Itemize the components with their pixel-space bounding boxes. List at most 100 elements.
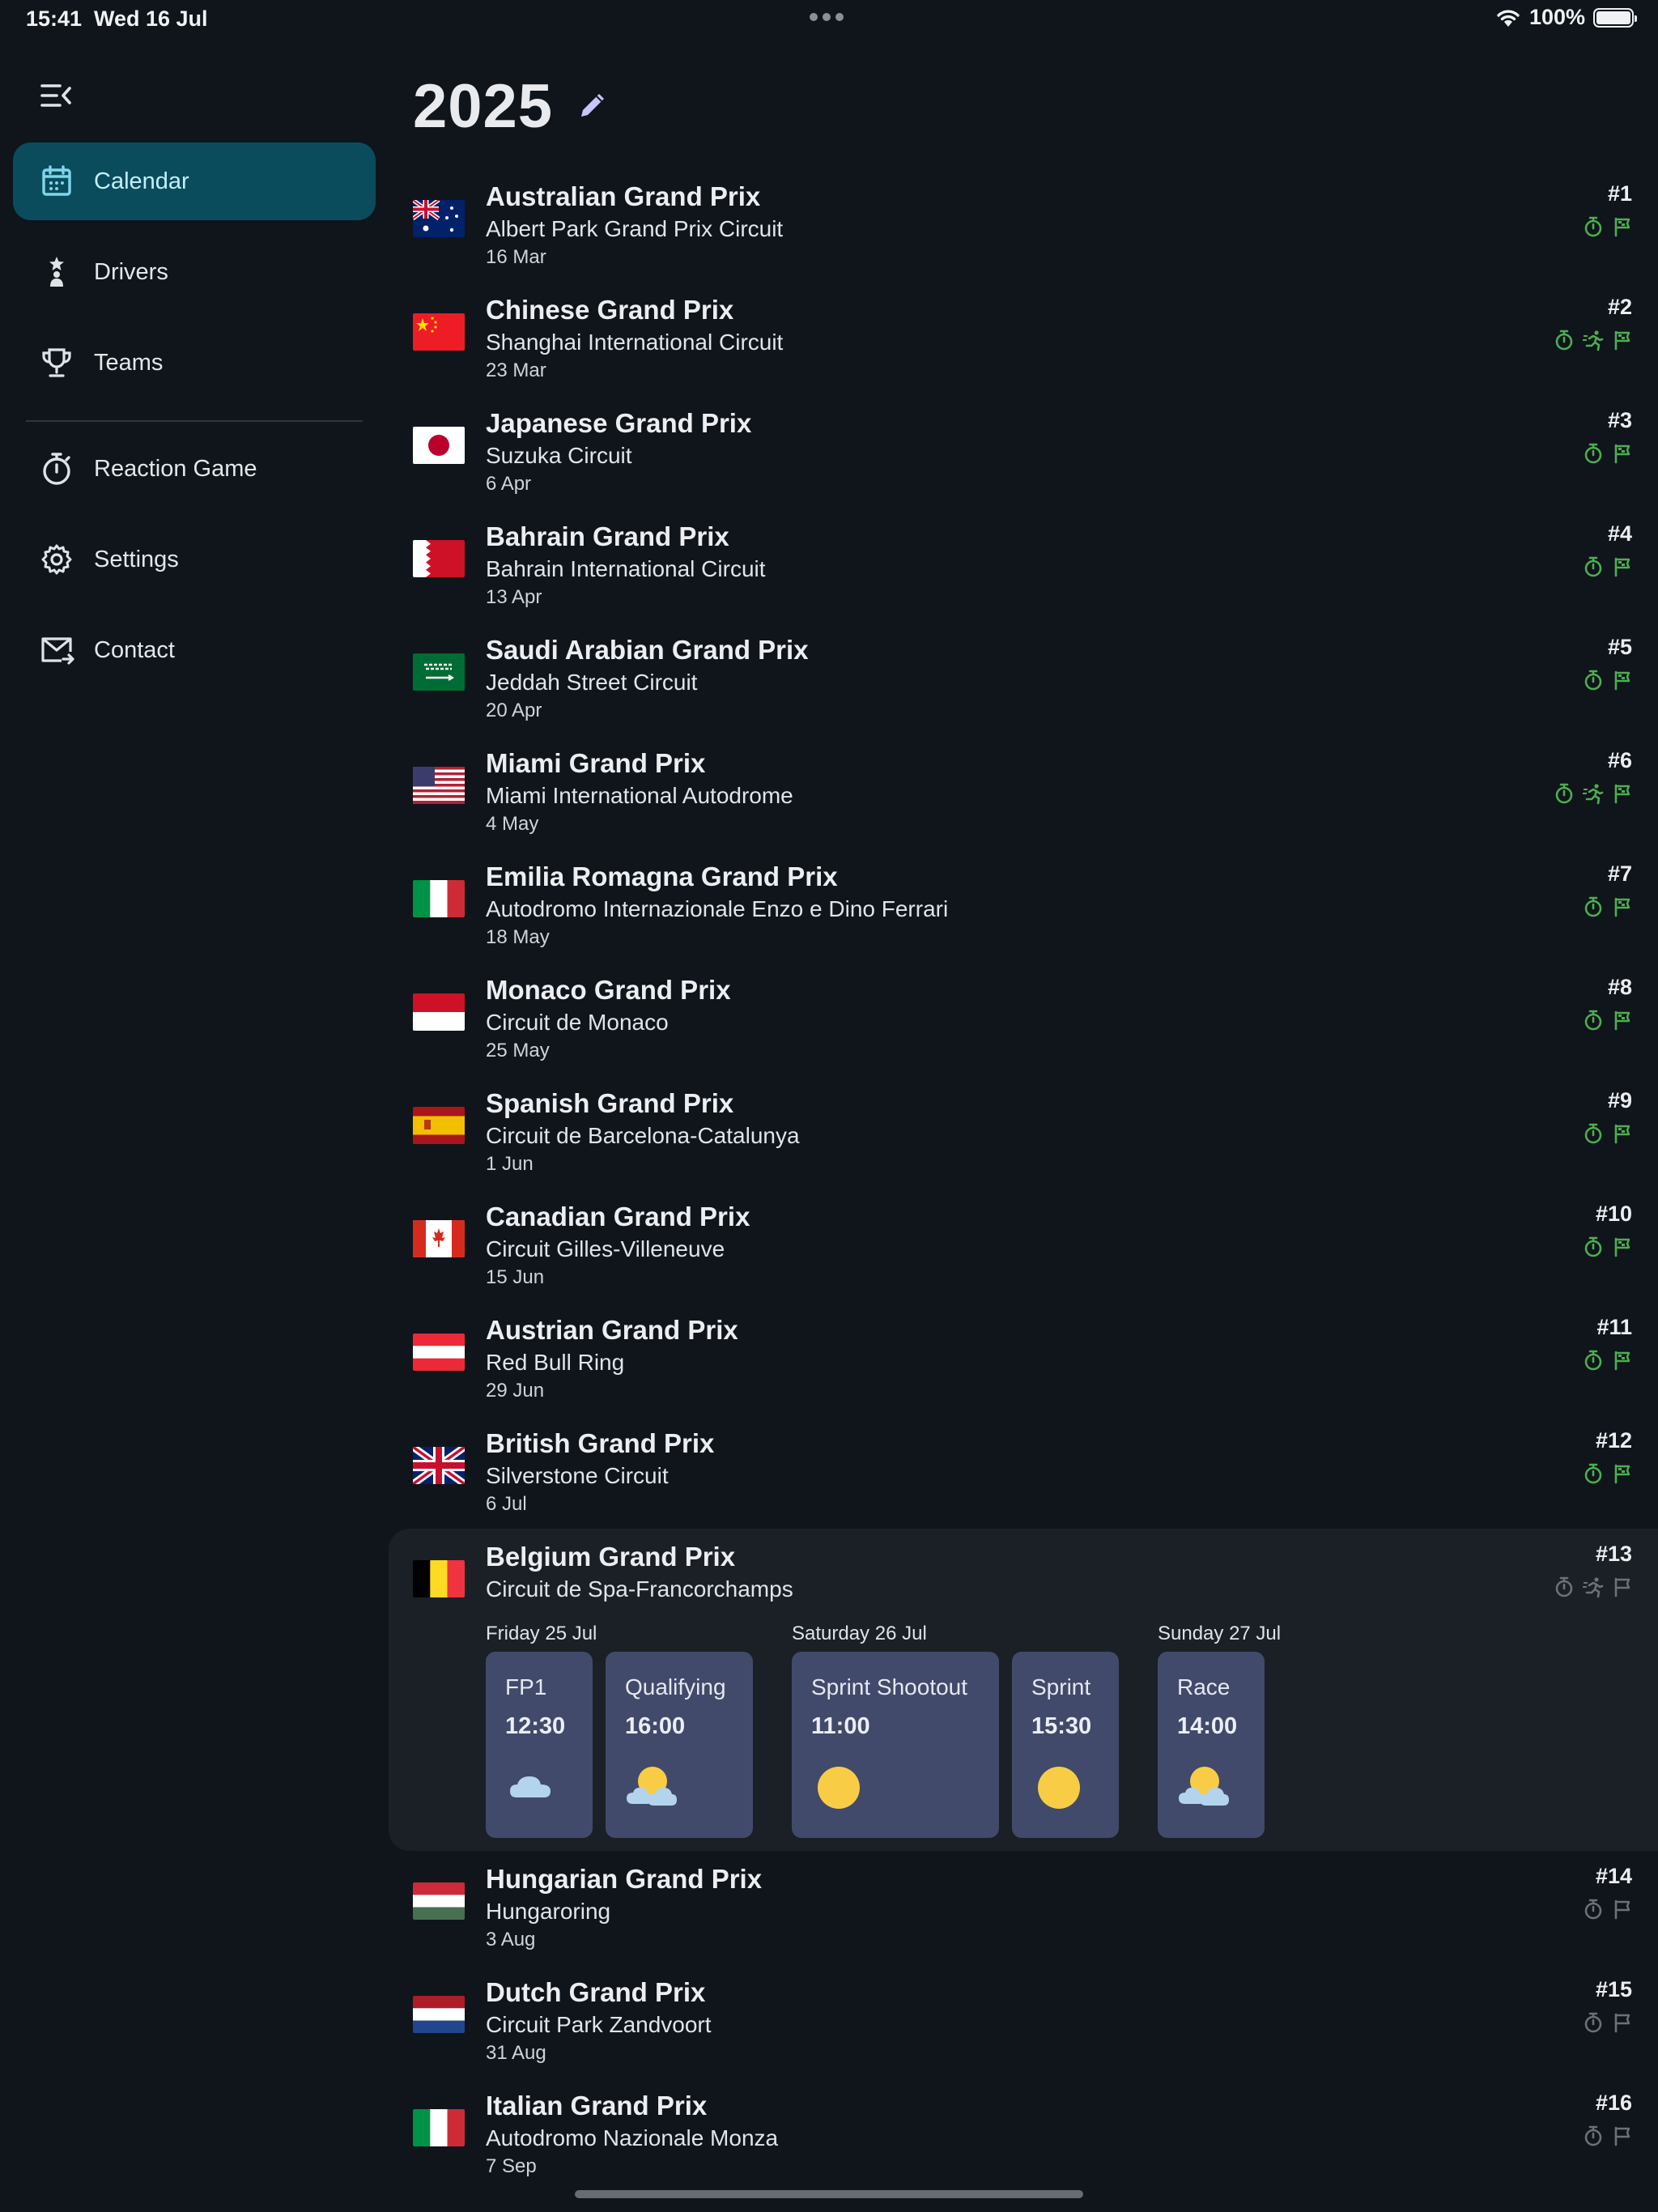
- trophy-icon: [42, 348, 71, 377]
- session-badges: [1582, 1349, 1634, 1372]
- race-date: 20 Apr: [486, 700, 542, 721]
- race-row-expanded[interactable]: Belgium Grand Prix Circuit de Spa-Franco…: [387, 1538, 1658, 1636]
- qualifying-stopwatch-icon: [1584, 216, 1602, 237]
- race-row[interactable]: Monaco Grand Prix Circuit de Monaco 25 M…: [387, 972, 1658, 1069]
- circuit-name: Red Bull Ring: [486, 1350, 625, 1375]
- qualifying-stopwatch-icon: [1584, 896, 1602, 917]
- race-row[interactable]: Hungarian Grand Prix Hungaroring 3 Aug #…: [387, 1861, 1658, 1958]
- session-badges: [1553, 1576, 1634, 1598]
- sidebar: Calendar Drivers Teams Reaction Game Set…: [0, 39, 387, 2212]
- sidebar-item-reaction-game[interactable]: Reaction Game: [13, 430, 376, 508]
- circuit-name: Autodromo Internazionale Enzo e Dino Fer…: [486, 896, 949, 921]
- qualifying-stopwatch-icon: [1584, 1463, 1602, 1484]
- session-time: 15:30: [1031, 1713, 1092, 1739]
- race-flag-icon: [1614, 1237, 1630, 1257]
- flag-australia-icon: [413, 200, 465, 237]
- home-indicator[interactable]: [575, 2190, 1083, 2198]
- wifi-icon: [1497, 9, 1520, 27]
- battery-percent: 100%: [1528, 5, 1585, 29]
- race-row[interactable]: Austrian Grand Prix Red Bull Ring 29 Jun…: [387, 1312, 1658, 1409]
- round-number: #8: [1607, 975, 1632, 999]
- day-label: Friday 25 Jul: [486, 1623, 597, 1644]
- race-row[interactable]: Canadian Grand Prix Circuit Gilles-Ville…: [387, 1198, 1658, 1295]
- multitasking-dots-icon[interactable]: [810, 13, 844, 21]
- race-flag-icon: [1614, 670, 1630, 691]
- race-row[interactable]: Saudi Arabian Grand Prix Jeddah Street C…: [387, 632, 1658, 729]
- race-flag-icon: [1614, 330, 1630, 351]
- sidebar-item-drivers[interactable]: Drivers: [13, 233, 376, 311]
- session-name: Sprint Shootout: [811, 1674, 968, 1699]
- flag-netherlands-icon: [413, 1996, 465, 2033]
- sidebar-item-teams[interactable]: Teams: [13, 324, 376, 402]
- partly-cloudy-icon: [627, 1767, 677, 1806]
- flag-uk-icon: [413, 1447, 465, 1484]
- race-row[interactable]: Dutch Grand Prix Circuit Park Zandvoort …: [387, 1974, 1658, 2071]
- session-badges: [1582, 2125, 1634, 2147]
- circuit-name: Albert Park Grand Prix Circuit: [486, 216, 784, 241]
- circuit-name: Autodromo Nazionale Monza: [486, 2125, 779, 2150]
- race-flag-icon: [1614, 1124, 1630, 1144]
- race-row[interactable]: Italian Grand Prix Autodromo Nazionale M…: [387, 2087, 1658, 2184]
- race-row[interactable]: British Grand Prix Silverstone Circuit 6…: [387, 1425, 1658, 1522]
- round-number: #1: [1607, 181, 1632, 206]
- sidebar-item-label: Teams: [94, 349, 164, 376]
- round-number: #5: [1607, 635, 1632, 659]
- qualifying-stopwatch-icon: [1584, 443, 1602, 464]
- session-card-sprint[interactable]: Sprint 15:30: [1012, 1652, 1119, 1838]
- race-row[interactable]: Bahrain Grand Prix Bahrain International…: [387, 518, 1658, 615]
- race-row[interactable]: Australian Grand Prix Albert Park Grand …: [387, 178, 1658, 275]
- race-row[interactable]: Miami Grand Prix Miami International Aut…: [387, 745, 1658, 842]
- session-card-sprint-shootout[interactable]: Sprint Shootout 11:00: [792, 1652, 999, 1838]
- qualifying-stopwatch-icon: [1584, 1236, 1602, 1257]
- sprint-runner-icon: [1583, 330, 1604, 351]
- session-badges: [1582, 1462, 1634, 1485]
- race-flag-icon: [1614, 557, 1630, 577]
- session-time: 14:00: [1177, 1713, 1238, 1739]
- flag-china-icon: [413, 313, 465, 351]
- race-name: Spanish Grand Prix: [486, 1088, 734, 1118]
- sidebar-item-settings[interactable]: Settings: [13, 521, 376, 598]
- session-card-qualifying[interactable]: Qualifying 16:00: [606, 1652, 753, 1838]
- race-date: 4 May: [486, 813, 539, 835]
- flag-saudi-icon: [413, 653, 465, 691]
- session-card-fp1[interactable]: FP1 12:30: [486, 1652, 593, 1838]
- race-name: Japanese Grand Prix: [486, 408, 752, 438]
- flag-austria-icon: [413, 1334, 465, 1371]
- race-date: 7 Sep: [486, 2155, 537, 2177]
- race-row[interactable]: Spanish Grand Prix Circuit de Barcelona-…: [387, 1085, 1658, 1182]
- race-flag-icon: [1614, 1351, 1630, 1371]
- race-row[interactable]: Japanese Grand Prix Suzuka Circuit 6 Apr…: [387, 405, 1658, 502]
- stopwatch-icon: [43, 453, 70, 485]
- race-date: 1 Jun: [486, 1153, 534, 1175]
- round-number: #13: [1595, 1542, 1632, 1566]
- session-time: 11:00: [811, 1713, 870, 1739]
- circuit-name: Circuit Gilles-Villeneuve: [486, 1236, 725, 1261]
- circuit-name: Bahrain International Circuit: [486, 556, 766, 581]
- edit-pencil-icon[interactable]: [575, 87, 610, 123]
- menu-collapse-icon[interactable]: [32, 73, 78, 118]
- race-flag-icon: [1614, 1010, 1630, 1031]
- sidebar-item-calendar[interactable]: Calendar: [13, 143, 376, 220]
- qualifying-stopwatch-icon: [1584, 1350, 1602, 1371]
- race-row[interactable]: Emilia Romagna Grand Prix Autodromo Inte…: [387, 858, 1658, 955]
- race-name: Italian Grand Prix: [486, 2091, 708, 2121]
- sprint-runner-icon: [1583, 1577, 1604, 1598]
- circuit-name: Shanghai International Circuit: [486, 330, 784, 355]
- flag-italy-icon: [413, 2109, 465, 2146]
- qualifying-stopwatch-icon: [1555, 783, 1573, 804]
- session-time: 12:30: [505, 1713, 566, 1739]
- session-badges: [1582, 1009, 1634, 1032]
- session-card-race[interactable]: Race 14:00: [1158, 1652, 1265, 1838]
- session-badges: [1553, 329, 1634, 351]
- race-name: British Grand Prix: [486, 1428, 715, 1458]
- sun-icon: [818, 1767, 860, 1809]
- sidebar-item-contact[interactable]: Contact: [13, 611, 376, 689]
- race-name: Bahrain Grand Prix: [486, 521, 729, 551]
- status-date: Wed 16 Jul: [94, 6, 208, 31]
- race-name: Hungarian Grand Prix: [486, 1864, 763, 1894]
- circuit-name: Jeddah Street Circuit: [486, 670, 698, 695]
- race-row[interactable]: Chinese Grand Prix Shanghai Internationa…: [387, 291, 1658, 389]
- round-number: #3: [1607, 408, 1632, 432]
- round-number: #11: [1596, 1315, 1632, 1339]
- calendar-icon: [42, 165, 71, 196]
